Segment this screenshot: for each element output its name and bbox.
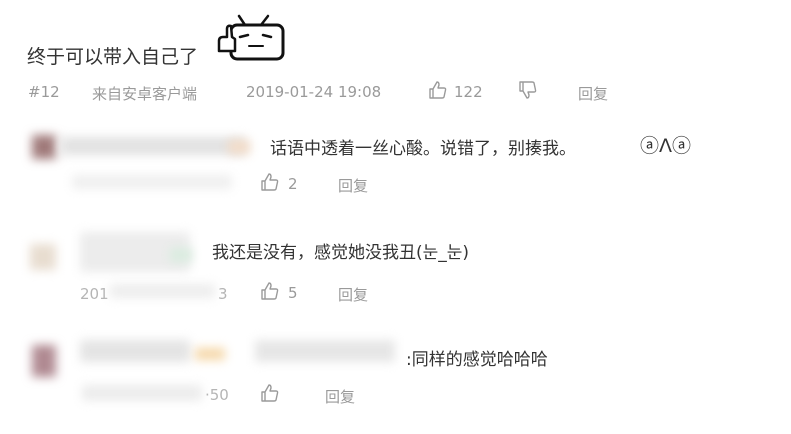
avatar	[32, 345, 56, 377]
avatar	[30, 244, 56, 270]
user-badge-blurred	[195, 348, 225, 360]
thumbs-up-icon[interactable]	[260, 172, 280, 192]
avatar	[32, 135, 56, 159]
client-source: 来自安卓客户端	[92, 85, 198, 103]
main-comment-text: 终于可以带入自己了	[27, 46, 199, 68]
timestamp-blurred	[110, 284, 215, 298]
username-blurred-accent	[228, 140, 250, 154]
username-blurred-accent	[170, 248, 192, 262]
reply-text: :同样的感觉哈哈哈	[406, 350, 548, 370]
username-blurred	[80, 340, 190, 362]
reply-text: 我还是没有，感觉她没我丑(눈_눈)	[212, 243, 470, 263]
thumbs-up-icon[interactable]	[260, 281, 280, 301]
reply-button[interactable]: 回复	[338, 175, 368, 196]
username-blurred	[255, 340, 395, 362]
reply-button[interactable]: 回复	[578, 83, 608, 104]
thumbs-down-icon[interactable]	[518, 80, 538, 100]
reply-emoji: ⓐɅⓐ	[640, 135, 691, 157]
like-count: 2	[288, 175, 298, 193]
timestamp-partial: 201	[80, 285, 109, 303]
reply-button[interactable]: 回复	[325, 386, 355, 407]
thumbs-up-icon[interactable]	[260, 383, 280, 403]
reply-button[interactable]: 回复	[338, 284, 368, 305]
timestamp-partial: 3	[218, 285, 228, 303]
like-count: 5	[288, 284, 298, 302]
tv-mascot-icon	[217, 14, 285, 61]
comment-datetime: 2019-01-24 19:08	[246, 83, 382, 101]
timestamp-blurred	[72, 175, 232, 189]
thumbs-up-icon[interactable]	[428, 80, 448, 100]
timestamp-partial: ·50	[205, 386, 229, 404]
floor-number: #12	[28, 83, 60, 101]
like-count: 122	[454, 83, 483, 101]
username-blurred	[60, 137, 245, 155]
timestamp-blurred	[82, 385, 202, 401]
reply-text: 话语中透着一丝心酸。说错了，别揍我。	[270, 139, 576, 159]
